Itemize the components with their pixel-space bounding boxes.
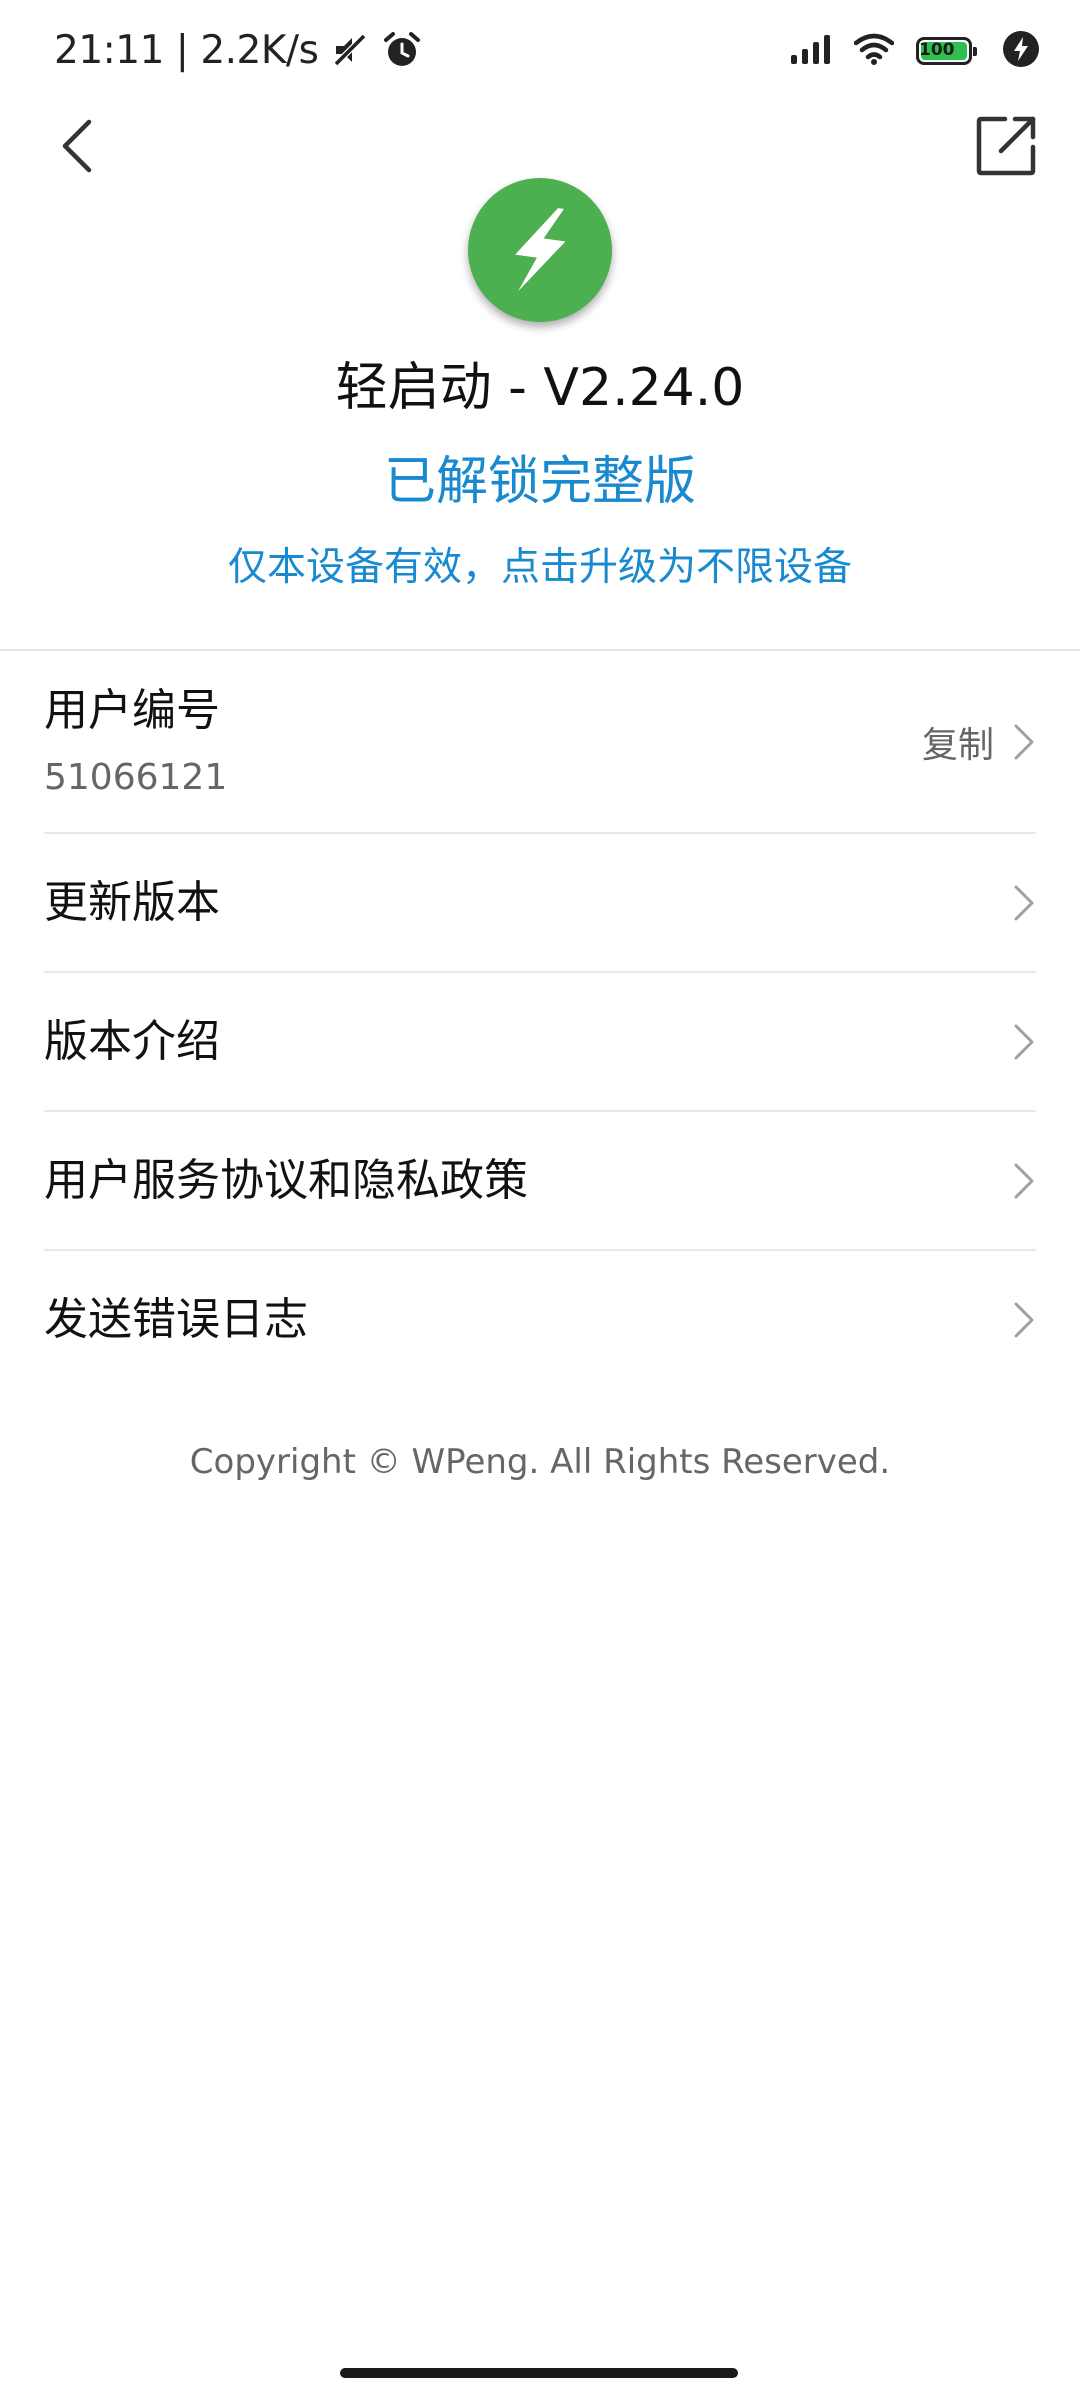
user-id-value: 51066121 [44,756,228,798]
wifi-icon [853,33,895,69]
back-button[interactable] [44,110,108,182]
list-item-send-error-log[interactable]: 发送错误日志 [44,1251,1036,1388]
chevron-right-icon [1014,885,1034,920]
list-item-user-id[interactable]: 用户编号 51066121 复制 [44,651,1036,834]
charging-icon [1002,30,1040,72]
status-time-speed: 21:11 | 2.2K/s [54,27,319,73]
version-intro-block: 版本介绍 [44,1012,1012,1072]
list-item-version-intro[interactable]: 版本介绍 [44,973,1036,1112]
settings-list: 用户编号 51066121 复制 更新版本 版本介绍 用户服务协议和隐私政策 发… [0,651,1080,1388]
user-id-label: 用户编号 [44,684,220,736]
home-indicator[interactable] [340,2368,738,2378]
update-version-label: 更新版本 [44,876,220,928]
app-logo [468,178,612,322]
mute-icon [330,30,370,70]
user-id-right: 复制 [922,716,1036,768]
chevron-right-icon [1014,1302,1034,1337]
alarm-icon [382,30,422,70]
privacy-policy-label: 用户服务协议和隐私政策 [44,1154,528,1206]
signal-icon [790,33,832,69]
version-intro-label: 版本介绍 [44,1015,220,1067]
battery-icon: 100 [916,37,977,65]
copyright-text: Copyright © WPeng. All Rights Reserved. [189,1442,891,1482]
chevron-right-icon [1014,1163,1034,1198]
send-error-log-block: 发送错误日志 [44,1290,1012,1350]
list-item-privacy-policy[interactable]: 用户服务协议和隐私政策 [44,1112,1036,1251]
lightning-bolt-icon [515,208,566,292]
battery-level: 100 [919,40,955,60]
unlock-status: 已解锁完整版 [383,452,696,512]
upgrade-link[interactable]: 仅本设备有效，点击升级为不限设备 [0,536,1080,600]
chevron-right-icon [1014,724,1034,759]
privacy-policy-block: 用户服务协议和隐私政策 [44,1151,1012,1211]
user-id-block: 用户编号 51066121 [44,681,922,803]
list-item-update-version[interactable]: 更新版本 [44,834,1036,973]
status-right: 100 [768,28,1040,74]
open-external-icon [976,116,1036,176]
send-error-log-label: 发送错误日志 [44,1293,308,1345]
status-bar: 21:11 | 2.2K/s 100 [0,0,1080,100]
app-title: 轻启动 - V2.24.0 [335,358,745,418]
update-version-block: 更新版本 [44,873,1012,933]
copy-button[interactable]: 复制 [922,716,994,768]
status-left: 21:11 | 2.2K/s [54,24,422,76]
chevron-right-icon [1014,1024,1034,1059]
chevron-left-icon [62,119,92,173]
open-external-button[interactable] [966,106,1046,186]
